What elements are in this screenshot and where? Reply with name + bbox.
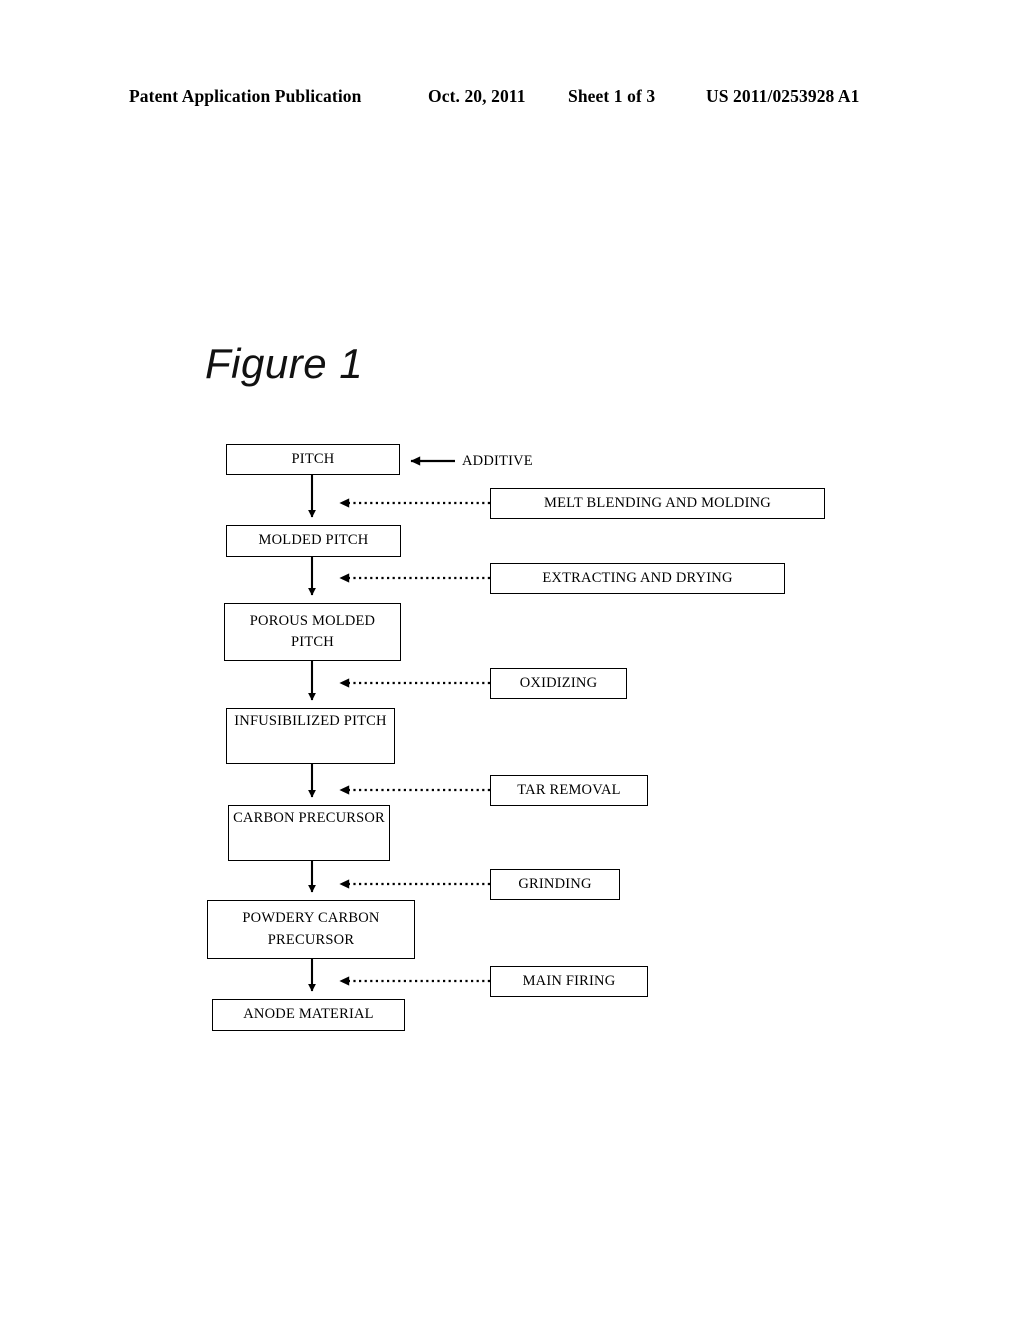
process-node-tar-removal: TAR REMOVAL [490, 775, 648, 806]
process-node-extracting-and-drying: EXTRACTING AND DRYING [490, 563, 785, 594]
material-node-porous-molded-pitch: POROUS MOLDED PITCH [224, 603, 401, 661]
process-node-grinding: GRINDING [490, 869, 620, 900]
process-node-main-firing: MAIN FIRING [490, 966, 648, 997]
material-node-molded-pitch: MOLDED PITCH [226, 525, 401, 557]
material-node-carbon-precursor: CARBON PRECURSOR [228, 805, 390, 861]
flowchart-diagram: PITCH MOLDED PITCH POROUS MOLDED PITCH INFU… [0, 0, 1024, 1320]
material-node-anode-material: ANODE MATERIAL [212, 999, 405, 1031]
input-label-additive: ADDITIVE [462, 453, 533, 469]
process-node-melt-blending-and-molding: MELT BLENDING AND MOLDING [490, 488, 825, 519]
flowchart-connector-layer [308, 456, 490, 992]
material-node-powdery-carbon-precursor: POWDERY CARBON PRECURSOR [207, 900, 415, 959]
process-node-oxidizing: OXIDIZING [490, 668, 627, 699]
material-node-pitch: PITCH [226, 444, 400, 475]
material-node-infusibilized-pitch: INFUSIBILIZED PITCH [226, 708, 395, 764]
